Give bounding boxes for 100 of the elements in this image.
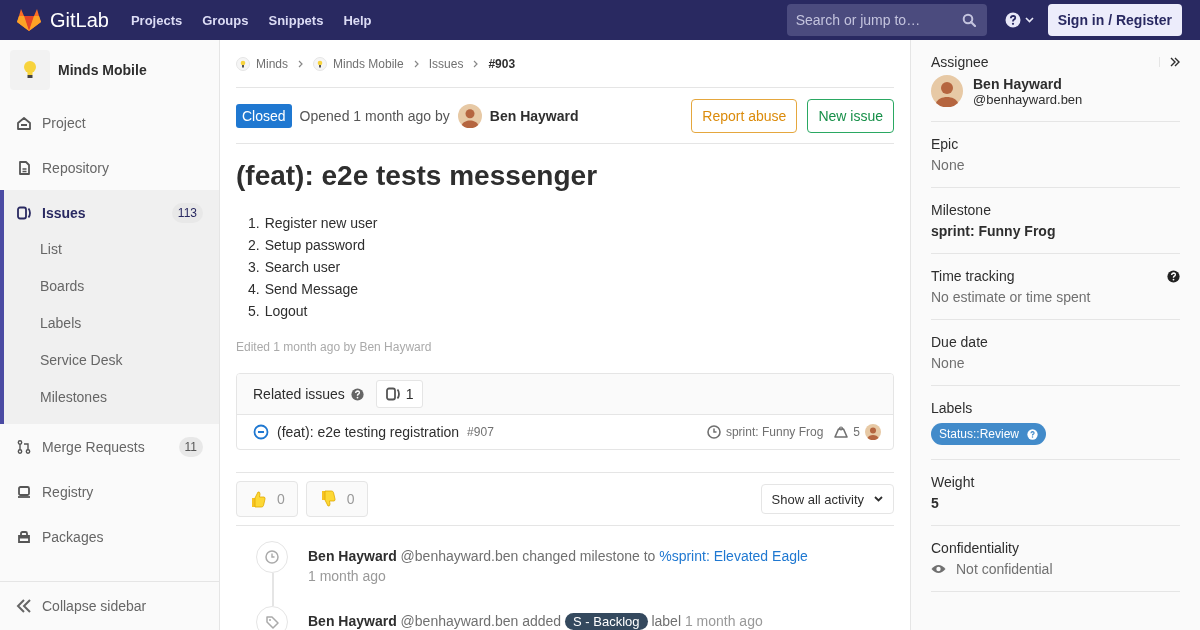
fox-logo-icon	[16, 8, 42, 32]
opened-text: Opened 1 month ago by	[299, 107, 450, 124]
avatar	[931, 75, 963, 107]
avatar	[865, 424, 881, 440]
section-title: Assignee	[931, 54, 989, 70]
list-number: 5.	[248, 302, 260, 321]
milestone-text: sprint: Funny Frog	[725, 425, 824, 439]
search-field[interactable]: Search or jump to…	[786, 4, 987, 36]
logo-text[interactable]: GitLab	[50, 8, 109, 32]
collapse-sidebar-button[interactable]: Collapse sidebar	[0, 581, 219, 630]
weight-value: 5	[853, 425, 860, 439]
sidebar-subitem[interactable]: Boards	[4, 268, 219, 305]
timestamp: 1 month ago	[308, 567, 387, 586]
sign-in-button[interactable]: Sign in / Register	[1047, 4, 1182, 36]
milestone-link[interactable]: %sprint: Elevated Eagle	[659, 548, 808, 564]
new-issue-button[interactable]: New issue	[807, 98, 894, 133]
lightbulb-icon	[23, 60, 37, 80]
status-badge: Closed	[236, 103, 292, 128]
section-value: No estimate or time spent	[931, 289, 1092, 305]
count-badge: 11	[178, 436, 203, 457]
list-item: Send Message	[264, 280, 359, 299]
activity-text: Ben Hayward @benhayward.ben added S - Backlog label 1 month ago	[308, 612, 763, 630]
document-icon	[16, 159, 32, 176]
sidebar-item[interactable]: Registry	[4, 469, 219, 514]
merge-request-icon	[16, 438, 32, 455]
breadcrumb-link[interactable]: Minds Mobile	[333, 56, 404, 71]
nav-link[interactable]: Help	[343, 12, 372, 28]
nav-link[interactable]: Snippets	[268, 12, 324, 28]
issue-title: (feat): e2e tests messenger	[236, 160, 599, 192]
list-item: Search user	[264, 258, 341, 277]
double-chevron-right-icon[interactable]	[1159, 57, 1180, 67]
chevron-down-icon	[1024, 17, 1034, 23]
double-chevron-left-icon	[16, 599, 32, 613]
assignee-name[interactable]: Ben Hayward	[973, 75, 1083, 92]
author-link[interactable]: Ben Hayward	[489, 107, 579, 124]
lightbulb-icon	[313, 56, 327, 71]
sidebar-subitem[interactable]: Milestones	[4, 379, 219, 416]
tag-icon	[265, 615, 279, 629]
activity-filter-dropdown[interactable]: Show all activity	[760, 484, 894, 514]
help-icon[interactable]	[1167, 269, 1180, 283]
section-value: 5	[931, 495, 940, 511]
sidebar-item[interactable]: Merge Requests 11	[4, 424, 219, 469]
project-name[interactable]: Minds Mobile	[58, 62, 147, 78]
section-title: Milestone	[931, 202, 991, 218]
breadcrumb-link[interactable]: Minds	[256, 56, 288, 71]
list-item: Setup password	[264, 236, 366, 255]
sidebar-item[interactable]: Project	[4, 100, 219, 145]
activity-text: Ben Hayward @benhayward.ben changed milestone to %sprint: Elevated Eagle	[308, 547, 808, 566]
help-icon	[1027, 428, 1039, 440]
avatar	[457, 103, 482, 128]
list-number: 2.	[248, 236, 260, 255]
search-icon	[961, 13, 976, 27]
list-item: Register new user	[264, 214, 378, 233]
section-title: Time tracking	[931, 268, 1015, 284]
sidebar-item[interactable]: Packages	[4, 514, 219, 559]
issues-icon	[384, 386, 401, 402]
count-badge: 113	[171, 202, 203, 223]
clock-icon	[706, 425, 721, 439]
related-count-badge[interactable]: 1	[375, 380, 423, 408]
nav-link[interactable]: Groups	[202, 12, 249, 28]
chevron-right-icon	[413, 59, 419, 68]
section-title: Confidentiality	[931, 540, 1019, 556]
related-issue-link[interactable]: (feat): e2e testing registration	[277, 424, 460, 440]
breadcrumb-link[interactable]: #903	[488, 56, 516, 71]
monitor-icon	[16, 483, 32, 500]
nav-link[interactable]: Projects	[130, 12, 183, 28]
issue-reference: #907	[467, 425, 494, 439]
sidebar-item[interactable]: Repository	[4, 145, 219, 190]
section-title: Weight	[931, 474, 975, 490]
chevron-right-icon	[298, 59, 303, 68]
card-title: Related issues	[253, 386, 345, 402]
help-icon[interactable]	[1004, 12, 1021, 28]
section-value: sprint: Funny Frog	[931, 223, 1057, 239]
assignee-handle: @benhayward.ben	[973, 91, 1083, 107]
eye-icon	[931, 564, 946, 574]
list-number: 3.	[248, 258, 260, 277]
section-title: Due date	[931, 334, 988, 350]
chevron-down-icon	[874, 496, 883, 502]
section-value: None	[931, 157, 966, 173]
list-number: 1.	[248, 214, 260, 233]
home-icon	[16, 114, 32, 131]
list-number: 4.	[248, 280, 260, 299]
lightbulb-icon	[236, 56, 250, 71]
issues-icon	[16, 204, 32, 221]
breadcrumb-link[interactable]: Issues	[428, 56, 464, 71]
chevron-right-icon	[473, 59, 479, 68]
label-badge[interactable]: Status::Review	[931, 423, 1047, 445]
section-title: Epic	[931, 136, 959, 152]
sidebar-subitem[interactable]: Labels	[4, 305, 219, 342]
package-icon	[16, 528, 32, 545]
edited-note: Edited 1 month ago by Ben Hayward	[236, 340, 433, 354]
weight-icon	[834, 426, 849, 438]
list-item: Logout	[264, 302, 308, 321]
sidebar-subitem[interactable]: Service Desk	[4, 342, 219, 379]
label-badge[interactable]: S - Backlog	[565, 613, 648, 630]
section-value: None	[931, 355, 966, 371]
clock-icon	[265, 550, 279, 564]
thumbs-up-icon	[249, 490, 267, 508]
section-title: Labels	[931, 400, 973, 416]
section-value: Not confidential	[956, 561, 1053, 577]
